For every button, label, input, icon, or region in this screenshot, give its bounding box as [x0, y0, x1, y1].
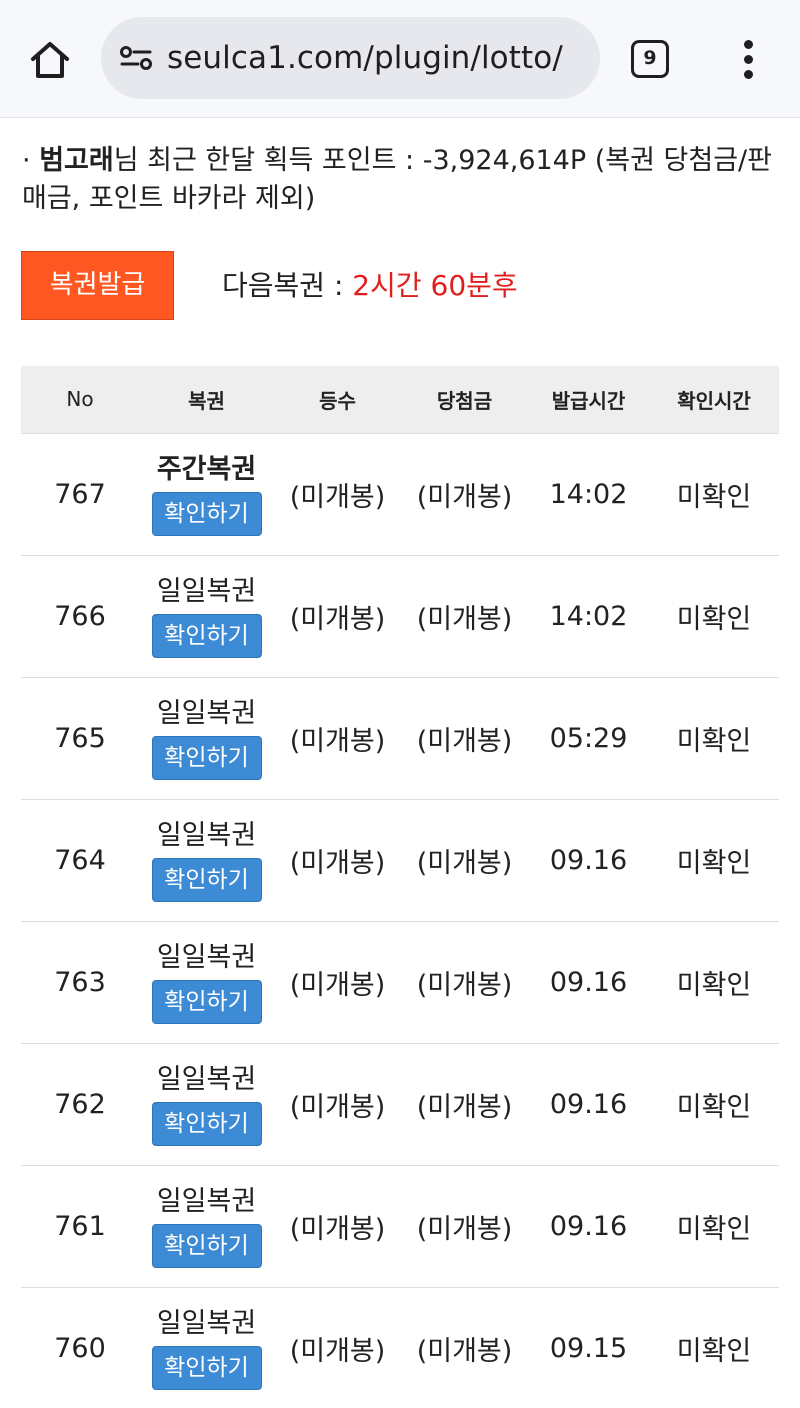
column-header-issued-time: 발급시간 [528, 366, 649, 434]
check-button[interactable]: 확인하기 [151, 980, 262, 1024]
points-text: 님 최근 한달 획득 포인트 : -3,924,614P (복권 당첨금/판매금… [22, 145, 772, 214]
ticket-name: 일일복권 [156, 942, 257, 973]
tune-icon[interactable] [119, 44, 153, 72]
check-button[interactable]: 확인하기 [151, 1346, 262, 1390]
check-button[interactable]: 확인하기 [151, 736, 262, 780]
status-unchecked: 미확인 [649, 433, 779, 556]
table-header-row: No 복권 등수 당첨금 발급시간 확인시간 [21, 366, 779, 434]
check-button[interactable]: 확인하기 [151, 1102, 262, 1146]
ticket-name: 일일복권 [156, 1186, 257, 1217]
tab-switcher-button[interactable]: 9 [631, 40, 669, 78]
ticket-prize: (미개봉) [401, 1165, 528, 1288]
ticket-rank: (미개봉) [274, 1165, 401, 1288]
ticket-prize: (미개봉) [401, 799, 528, 922]
issued-time: 14:02 [528, 433, 649, 556]
ticket-name: 일일복권 [156, 698, 257, 729]
ticket-cell: 일일복권확인하기 [139, 1043, 274, 1166]
ticket-no: 761 [21, 1165, 139, 1288]
ticket-name: 일일복권 [156, 576, 257, 607]
url-text[interactable]: seulca1.com/plugin/lotto/ [167, 17, 563, 99]
check-button[interactable]: 확인하기 [151, 858, 262, 902]
ticket-rank: (미개봉) [274, 677, 401, 800]
column-header-no: No [21, 366, 139, 434]
status-unchecked: 미확인 [649, 1287, 779, 1408]
ticket-prize: (미개봉) [401, 921, 528, 1044]
table-row: 764 일일복권 확인하기 (미개봉) (미개봉) 09.16 미확인 [21, 799, 779, 922]
table-row: 762 일일복권 확인하기 (미개봉) (미개봉) 09.16 미확인 [21, 1043, 779, 1166]
browser-toolbar: seulca1.com/plugin/lotto/ 9 [0, 0, 800, 118]
check-button[interactable]: 확인하기 [151, 614, 262, 658]
issue-lotto-button[interactable]: 복권발급 [21, 251, 174, 320]
table-row: 763 일일복권 확인하기 (미개봉) (미개봉) 09.16 미확인 [21, 921, 779, 1044]
check-button[interactable]: 확인하기 [151, 492, 262, 536]
points-summary: · 범고래님 최근 한달 획득 포인트 : -3,924,614P (복권 당첨… [22, 142, 782, 218]
ticket-prize: (미개봉) [401, 1287, 528, 1408]
ticket-cell: 일일복권확인하기 [139, 799, 274, 922]
ticket-rank: (미개봉) [274, 921, 401, 1044]
issued-time: 14:02 [528, 555, 649, 678]
ticket-cell: 주간복권확인하기 [139, 433, 274, 556]
next-lotto-info: 다음복권 : 2시간 60분후 [222, 264, 518, 304]
status-unchecked: 미확인 [649, 799, 779, 922]
status-unchecked: 미확인 [649, 1165, 779, 1288]
ticket-prize: (미개봉) [401, 677, 528, 800]
next-lotto-label: 다음복권 : [222, 269, 353, 302]
ticket-no: 760 [21, 1287, 139, 1408]
column-header-prize: 당첨금 [401, 366, 528, 434]
ticket-name: 일일복권 [156, 1308, 257, 1339]
ticket-prize: (미개봉) [401, 433, 528, 556]
issued-time: 09.15 [528, 1287, 649, 1408]
ticket-cell: 일일복권확인하기 [139, 555, 274, 678]
ticket-rank: (미개봉) [274, 799, 401, 922]
address-bar[interactable]: seulca1.com/plugin/lotto/ [101, 17, 600, 99]
issued-time: 05:29 [528, 677, 649, 800]
ticket-no: 764 [21, 799, 139, 922]
column-header-rank: 등수 [274, 366, 401, 434]
column-header-checked-time: 확인시간 [649, 366, 779, 434]
ticket-no: 766 [21, 555, 139, 678]
column-header-ticket: 복권 [139, 366, 274, 434]
ticket-cell: 일일복권확인하기 [139, 1165, 274, 1288]
ticket-cell: 일일복권확인하기 [139, 677, 274, 800]
issued-time: 09.16 [528, 921, 649, 1044]
issued-time: 09.16 [528, 799, 649, 922]
next-lotto-time: 2시간 60분후 [352, 269, 518, 302]
status-unchecked: 미확인 [649, 921, 779, 1044]
ticket-prize: (미개봉) [401, 1043, 528, 1166]
ticket-name: 주간복권 [156, 454, 257, 485]
ticket-no: 765 [21, 677, 139, 800]
user-name: 범고래 [39, 145, 114, 176]
issued-time: 09.16 [528, 1165, 649, 1288]
status-unchecked: 미확인 [649, 555, 779, 678]
bullet: · [22, 145, 31, 176]
ticket-cell: 일일복권확인하기 [139, 921, 274, 1044]
ticket-no: 763 [21, 921, 139, 1044]
table-row: 767 주간복권 확인하기 (미개봉) (미개봉) 14:02 미확인 [21, 433, 779, 556]
ticket-rank: (미개봉) [274, 433, 401, 556]
ticket-no: 762 [21, 1043, 139, 1166]
ticket-rank: (미개봉) [274, 555, 401, 678]
status-unchecked: 미확인 [649, 1043, 779, 1166]
home-icon[interactable] [28, 38, 72, 82]
ticket-rank: (미개봉) [274, 1287, 401, 1408]
table-row: 761 일일복권 확인하기 (미개봉) (미개봉) 09.16 미확인 [21, 1165, 779, 1288]
status-unchecked: 미확인 [649, 677, 779, 800]
ticket-prize: (미개봉) [401, 555, 528, 678]
ticket-cell: 일일복권확인하기 [139, 1287, 274, 1408]
ticket-name: 일일복권 [156, 820, 257, 851]
issued-time: 09.16 [528, 1043, 649, 1166]
ticket-no: 767 [21, 433, 139, 556]
table-row: 765 일일복권 확인하기 (미개봉) (미개봉) 05:29 미확인 [21, 677, 779, 800]
table-row: 760 일일복권 확인하기 (미개봉) (미개봉) 09.15 미확인 [21, 1287, 779, 1408]
lotto-table: No 복권 등수 당첨금 발급시간 확인시간 767 주간복권 확인하기 (미개봉)(… [21, 366, 779, 1408]
ticket-name: 일일복권 [156, 1064, 257, 1095]
more-vert-icon[interactable] [740, 38, 758, 82]
check-button[interactable]: 확인하기 [151, 1224, 262, 1268]
ticket-rank: (미개봉) [274, 1043, 401, 1166]
table-row: 766 일일복권 확인하기 (미개봉) (미개봉) 14:02 미확인 [21, 555, 779, 678]
